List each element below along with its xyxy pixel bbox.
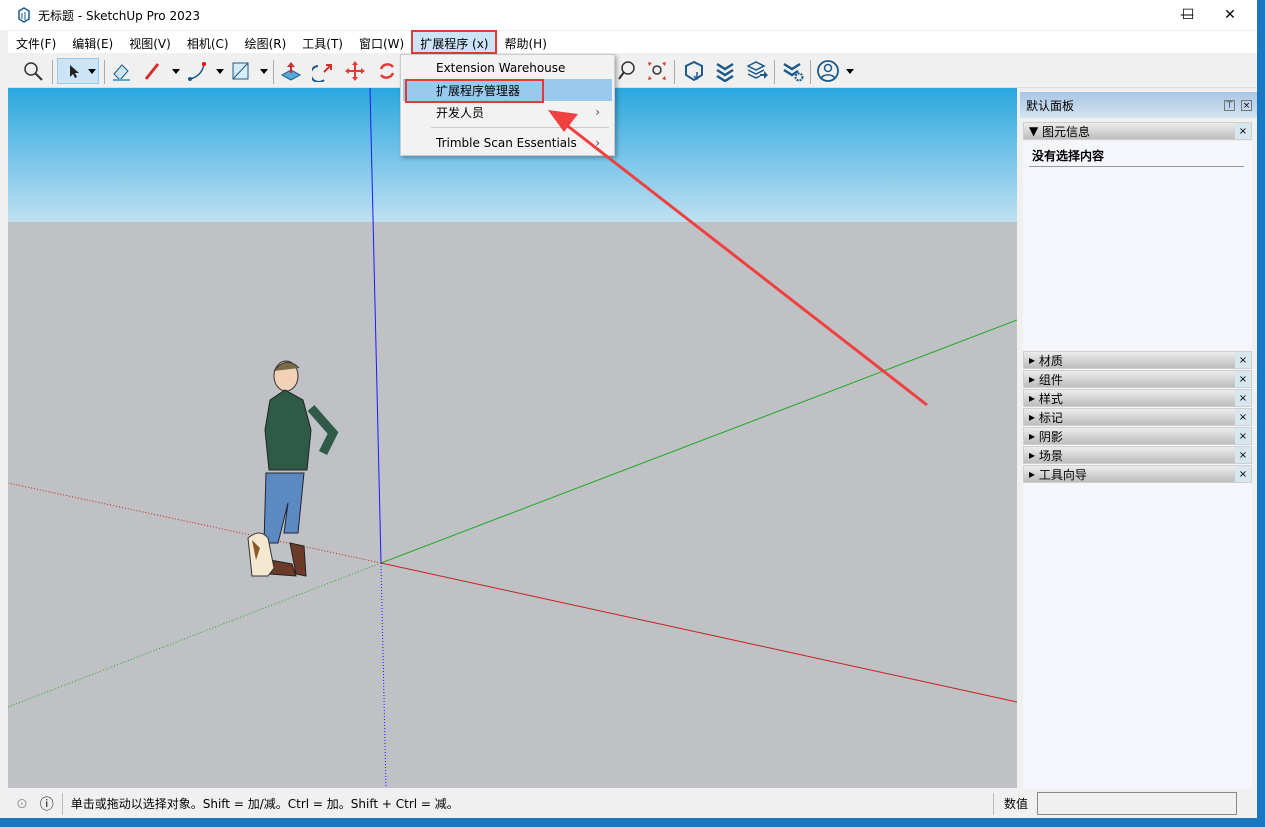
zoom-tool-icon[interactable] <box>20 58 46 84</box>
green-axis <box>380 319 1017 564</box>
eraser-tool-icon[interactable] <box>108 58 134 84</box>
toolbar <box>8 54 1257 88</box>
menu-draw[interactable]: 绘图(R) <box>237 31 295 53</box>
blue-axis <box>369 88 382 564</box>
follow-me-tool-icon[interactable] <box>310 58 336 84</box>
axes <box>8 88 1017 788</box>
menu-file[interactable]: 文件(F) <box>8 31 64 53</box>
zoom-window-icon[interactable] <box>614 58 640 84</box>
menu-item-extension-warehouse[interactable]: Extension Warehouse <box>403 57 612 79</box>
geo-location-icon[interactable]: ⊙ <box>16 796 28 812</box>
menu-help[interactable]: 帮助(H) <box>496 31 554 53</box>
arc-tool-icon[interactable] <box>186 58 226 84</box>
close-icon[interactable]: × <box>1235 352 1251 368</box>
close-icon[interactable]: × <box>1235 447 1251 463</box>
push-pull-tool-icon[interactable] <box>278 58 304 84</box>
close-icon[interactable]: × <box>1235 390 1251 406</box>
submenu-arrow-icon: › <box>595 105 600 119</box>
pin-icon[interactable]: ⊤ <box>1224 99 1235 111</box>
extensions-dropdown-menu: Extension Warehouse 扩展程序管理器 开发人员 › Trimbl… <box>400 54 615 156</box>
rotate-tool-icon[interactable] <box>374 58 400 84</box>
zoom-extents-icon[interactable] <box>644 58 670 84</box>
menu-edit[interactable]: 编辑(E) <box>64 31 121 53</box>
status-message: 单击或拖动以选择对象。Shift = 加/减。Ctrl = 加。Shift + … <box>70 797 459 811</box>
measurements-label: 数值 <box>1004 797 1029 811</box>
menu-window[interactable]: 窗口(W) <box>351 31 412 53</box>
close-icon[interactable]: × <box>1235 428 1251 444</box>
tray-label: 标记 <box>1038 410 1063 425</box>
menu-extensions[interactable]: 扩展程序 (x) <box>411 30 498 54</box>
red-axis-negative <box>8 482 382 564</box>
menu-item-developer[interactable]: 开发人员 › <box>403 101 612 123</box>
account-icon[interactable] <box>816 58 860 84</box>
move-tool-icon[interactable] <box>342 58 368 84</box>
measurements-input[interactable] <box>1037 792 1237 815</box>
menu-bar: 文件(F) 编辑(E) 视图(V) 相机(C) 绘图(R) 工具(T) 窗口(W… <box>8 30 1257 54</box>
blue-axis-negative <box>380 562 387 788</box>
extension-manager-icon[interactable] <box>780 58 806 84</box>
close-icon[interactable]: × <box>1235 123 1251 139</box>
close-icon[interactable]: × <box>1235 409 1251 425</box>
menu-view[interactable]: 视图(V) <box>121 31 179 53</box>
menu-item-trimble-scan-essentials[interactable]: Trimble Scan Essentials › <box>403 132 612 154</box>
tray-label: 场景 <box>1038 448 1063 463</box>
tray-label: 图元信息 <box>1042 124 1091 139</box>
sketchup-window: 无标题 - SketchUp Pro 2023 — ☐ ✕ 文件(F) 编辑(E… <box>0 0 1257 818</box>
tray-label: 材质 <box>1038 353 1063 368</box>
close-button[interactable]: ✕ <box>1207 0 1253 30</box>
menu-item-label: Trimble Scan Essentials <box>436 136 577 150</box>
tray-instructor[interactable]: ▸ 工具向导 × <box>1023 465 1252 483</box>
tray-label: 工具向导 <box>1038 467 1087 482</box>
tray-scenes[interactable]: ▸ 场景 × <box>1023 446 1252 464</box>
person-figure <box>247 360 339 577</box>
extension-warehouse-icon[interactable] <box>712 58 738 84</box>
no-selection-text: 没有选择内容 <box>1032 149 1105 163</box>
status-bar: ⊙ ⓘ 单击或拖动以选择对象。Shift = 加/减。Ctrl = 加。Shif… <box>8 789 1257 818</box>
menu-item-label: Extension Warehouse <box>436 61 566 75</box>
menu-camera[interactable]: 相机(C) <box>179 31 237 53</box>
window-title: 无标题 - SketchUp Pro 2023 <box>38 8 200 23</box>
line-tool-icon[interactable] <box>142 58 182 84</box>
tray-styles[interactable]: ▸ 样式 × <box>1023 389 1252 407</box>
tray-materials[interactable]: ▸ 材质 × <box>1023 351 1252 369</box>
sketchup-logo-icon <box>18 7 30 23</box>
close-tray-icon[interactable]: × <box>1241 99 1252 111</box>
tray-components[interactable]: ▸ 组件 × <box>1023 370 1252 388</box>
close-icon[interactable]: × <box>1235 466 1251 482</box>
submenu-arrow-icon: › <box>595 136 600 150</box>
maximize-button[interactable]: ☐ <box>1165 0 1211 30</box>
share-model-icon[interactable] <box>744 58 770 84</box>
tray-label: 阴影 <box>1038 429 1063 444</box>
highlight-box <box>405 79 544 103</box>
tray-shadows[interactable]: ▸ 阴影 × <box>1023 427 1252 445</box>
green-axis-negative <box>8 562 382 708</box>
tray-label: 组件 <box>1038 372 1063 387</box>
tray-tags[interactable]: ▸ 标记 × <box>1023 408 1252 426</box>
info-icon[interactable]: ⓘ <box>40 794 54 814</box>
tray-header: 默认面板 ⊤ × <box>1020 92 1257 118</box>
close-icon[interactable]: × <box>1235 371 1251 387</box>
tray-title: 默认面板 <box>1026 98 1075 113</box>
red-axis <box>380 562 1017 703</box>
tray-label: 样式 <box>1038 391 1063 406</box>
modeling-viewport[interactable] <box>8 88 1017 788</box>
tray-entity-info[interactable]: ▼ 图元信息 × <box>1023 122 1252 140</box>
menu-item-label: 开发人员 <box>436 105 485 120</box>
rectangle-tool-icon[interactable] <box>230 58 270 84</box>
title-bar: 无标题 - SketchUp Pro 2023 — <box>0 0 1257 30</box>
select-tool-icon[interactable] <box>57 58 99 84</box>
menu-tools[interactable]: 工具(T) <box>294 31 351 53</box>
3d-warehouse-icon[interactable] <box>681 58 707 84</box>
